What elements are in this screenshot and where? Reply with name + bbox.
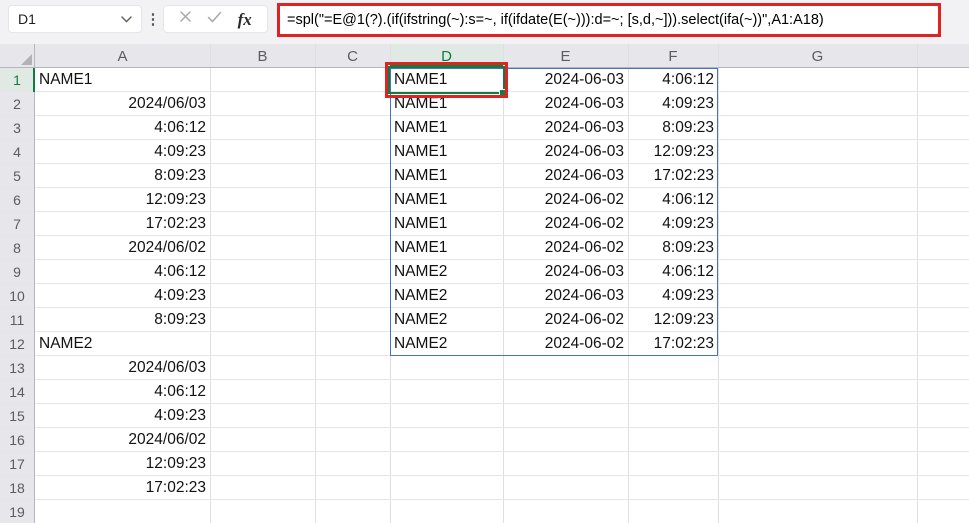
row-header-2[interactable]: 2 xyxy=(0,92,34,116)
cell-A12[interactable]: NAME2 xyxy=(35,332,210,356)
formula-text: =spl("=E@1(?).(if(ifstring(~):s=~, if(if… xyxy=(287,12,824,28)
name-box[interactable]: D1 xyxy=(8,5,142,33)
cell-A8[interactable]: 2024/06/02 xyxy=(35,236,210,260)
row-header-16[interactable]: 16 xyxy=(0,428,34,452)
formula-bar-row: D1 ⋮ fx =spl("=E@1(?).(if(ifstring(~):s=… xyxy=(0,0,969,44)
cell-A1[interactable]: NAME1 xyxy=(35,68,210,92)
enter-icon[interactable] xyxy=(207,10,222,28)
row-header-5[interactable]: 5 xyxy=(0,164,34,188)
name-box-value: D1 xyxy=(18,11,36,27)
chevron-down-icon[interactable] xyxy=(121,10,132,28)
cancel-icon[interactable] xyxy=(179,10,192,28)
column-header-E[interactable]: E xyxy=(503,44,628,68)
select-all-triangle-icon xyxy=(21,54,32,65)
cell-A15[interactable]: 4:09:23 xyxy=(35,404,210,428)
formula-input[interactable]: =spl("=E@1(?).(if(ifstring(~):s=~, if(if… xyxy=(277,3,941,37)
cell-A11[interactable]: 8:09:23 xyxy=(35,308,210,332)
cell-A3[interactable]: 4:06:12 xyxy=(35,116,210,140)
row-header-3[interactable]: 3 xyxy=(0,116,34,140)
cell-A18[interactable]: 17:02:23 xyxy=(35,476,210,500)
spill-range-border xyxy=(390,68,718,356)
column-header-C[interactable]: C xyxy=(315,44,390,68)
annotation-box-cell xyxy=(385,62,508,98)
row-header-11[interactable]: 11 xyxy=(0,308,34,332)
row-header-15[interactable]: 15 xyxy=(0,404,34,428)
row-header-10[interactable]: 10 xyxy=(0,284,34,308)
cell-A2[interactable]: 2024/06/03 xyxy=(35,92,210,116)
row-header-17[interactable]: 17 xyxy=(0,452,34,476)
select-all-corner[interactable] xyxy=(0,44,35,68)
insert-function-icon[interactable]: fx xyxy=(238,11,252,28)
cell-A5[interactable]: 8:09:23 xyxy=(35,164,210,188)
row-header-9[interactable]: 9 xyxy=(0,260,34,284)
formula-buttons-group: fx xyxy=(163,5,268,33)
row-header-4[interactable]: 4 xyxy=(0,140,34,164)
cell-A7[interactable]: 17:02:23 xyxy=(35,212,210,236)
cell-A9[interactable]: 4:06:12 xyxy=(35,260,210,284)
row-header-13[interactable]: 13 xyxy=(0,356,34,380)
row-header-8[interactable]: 8 xyxy=(0,236,34,260)
spreadsheet-app: D1 ⋮ fx =spl("=E@1(?).(if(ifstring(~):s=… xyxy=(0,0,969,523)
cell-A13[interactable]: 2024/06/03 xyxy=(35,356,210,380)
row-header-1[interactable]: 1 xyxy=(0,68,34,92)
cell-A6[interactable]: 12:09:23 xyxy=(35,188,210,212)
row-header-18[interactable]: 18 xyxy=(0,476,34,500)
column-header-B[interactable]: B xyxy=(210,44,315,68)
worksheet-grid: A B C D E F G 1 2 3 4 5 6 7 8 9 10 11 12 13 14 15 16 17 18 19 NAME… xyxy=(0,44,969,523)
column-header-F[interactable]: F xyxy=(628,44,718,68)
column-header-A[interactable]: A xyxy=(35,44,210,68)
row-header-12[interactable]: 12 xyxy=(0,332,34,356)
row-header-14[interactable]: 14 xyxy=(0,380,34,404)
cell-A16[interactable]: 2024/06/02 xyxy=(35,428,210,452)
more-options-icon[interactable]: ⋮ xyxy=(146,5,161,33)
row-selection-bar xyxy=(33,68,35,92)
cell-A17[interactable]: 12:09:23 xyxy=(35,452,210,476)
cell-A4[interactable]: 4:09:23 xyxy=(35,140,210,164)
row-header-19[interactable]: 19 xyxy=(0,500,34,523)
row-header-6[interactable]: 6 xyxy=(0,188,34,212)
row-header-7[interactable]: 7 xyxy=(0,212,34,236)
column-header-G[interactable]: G xyxy=(718,44,917,68)
cell-A10[interactable]: 4:09:23 xyxy=(35,284,210,308)
cell-A14[interactable]: 4:06:12 xyxy=(35,380,210,404)
